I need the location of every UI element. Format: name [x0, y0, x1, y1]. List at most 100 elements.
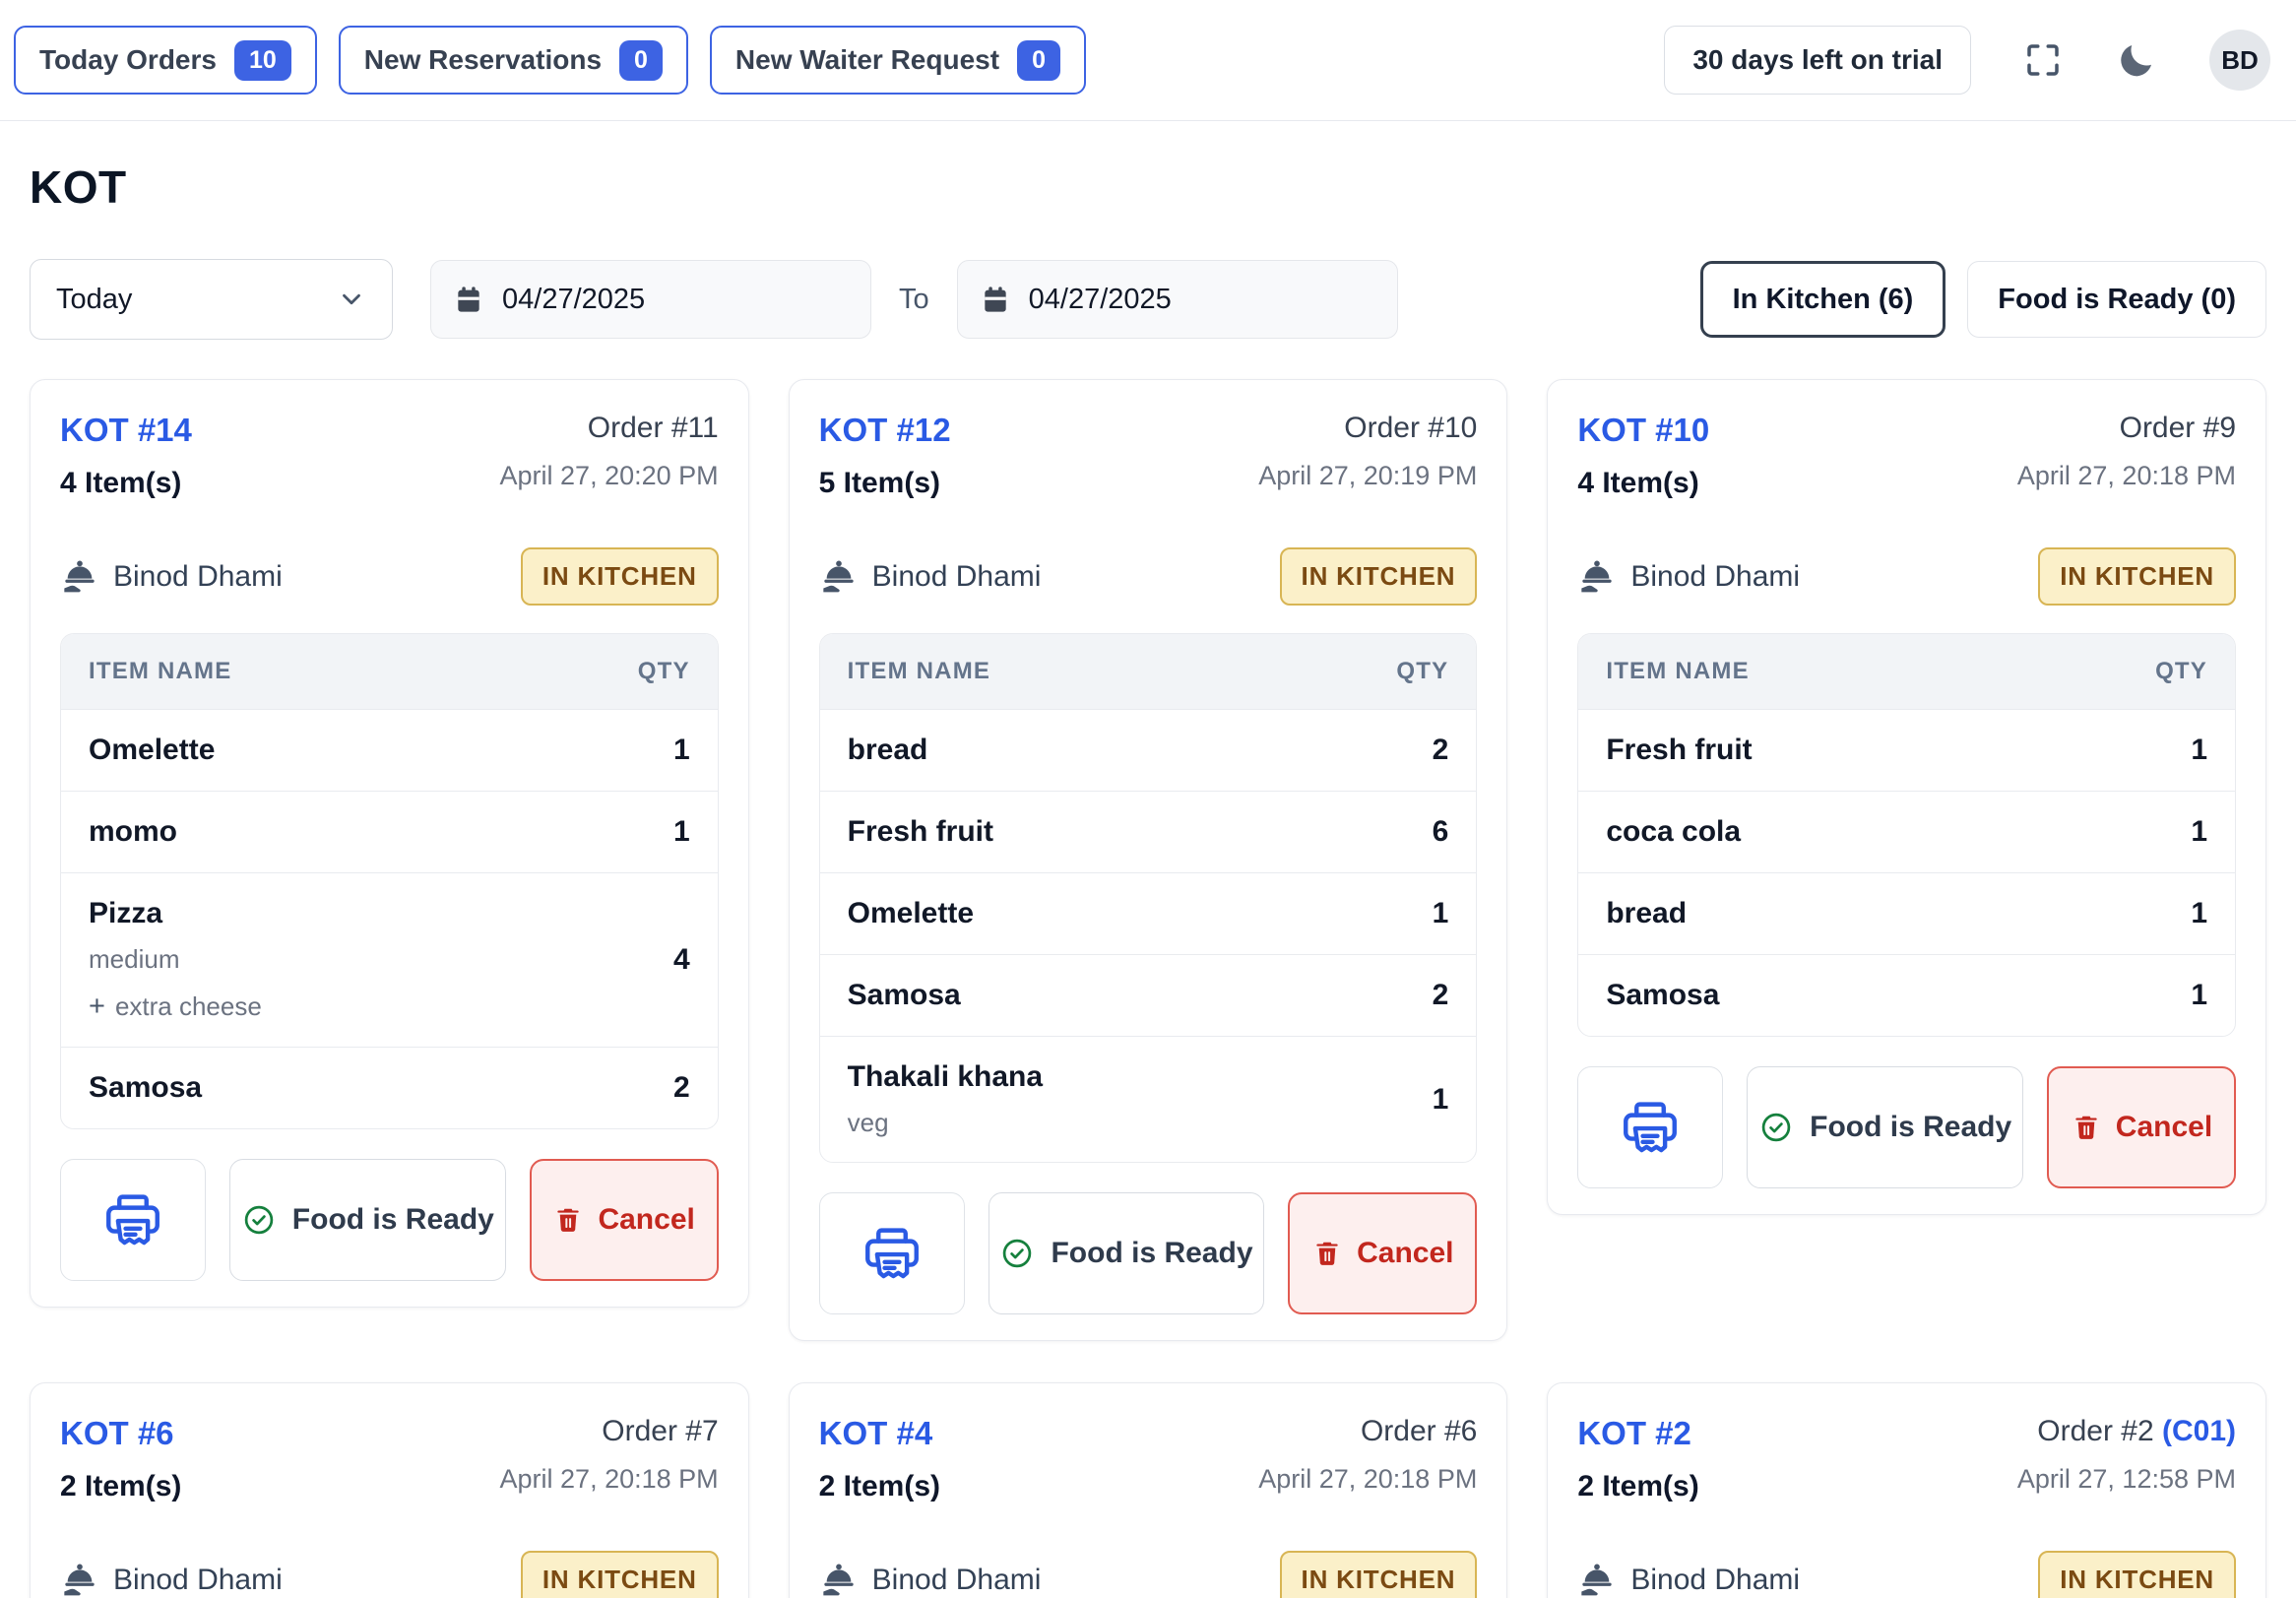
- date-range-select[interactable]: Today: [30, 259, 393, 340]
- items-count: 2 Item(s): [819, 1470, 940, 1503]
- card-header: KOT #4 2 Item(s) Order #6 April 27, 20:1…: [819, 1409, 1478, 1503]
- print-kot-button[interactable]: [819, 1192, 965, 1314]
- filter-bar: Today 04/27/2025 To: [30, 259, 2266, 340]
- card-actions: Food is Ready Cancel: [819, 1192, 1478, 1314]
- kot-number-link[interactable]: KOT #14: [60, 412, 192, 449]
- dark-mode-toggle[interactable]: [2115, 38, 2158, 82]
- food-is-ready-button[interactable]: Food is Ready: [229, 1159, 506, 1281]
- kot-page: Today Orders 10 New Reservations 0 New W…: [0, 0, 2296, 1598]
- status-badge: IN KITCHEN: [521, 1551, 719, 1598]
- items-table: ITEM NAME QTY bread 2 Fresh fruit 6 Omel…: [819, 633, 1478, 1163]
- date-from-value: 04/27/2025: [502, 284, 645, 316]
- plus-icon: +: [89, 991, 105, 1023]
- order-timestamp: April 27, 20:18 PM: [2017, 461, 2236, 491]
- printer-icon: [860, 1221, 925, 1286]
- waiter-row: Binod Dhami IN KITCHEN: [1577, 547, 2236, 606]
- card-header: KOT #10 4 Item(s) Order #9 April 27, 20:…: [1577, 406, 2236, 500]
- food-is-ready-label: Food is Ready: [1810, 1111, 2011, 1144]
- date-to-input[interactable]: 04/27/2025: [957, 260, 1398, 339]
- order-table-code: (C01): [2154, 1415, 2236, 1447]
- order-timestamp: April 27, 20:20 PM: [500, 461, 719, 491]
- col-qty: QTY: [1396, 658, 1448, 685]
- new-waiter-request-label: New Waiter Request: [735, 44, 999, 76]
- item-row: Omelette 1: [820, 872, 1477, 954]
- col-item-name: ITEM NAME: [89, 658, 231, 685]
- chevron-down-icon: [337, 285, 366, 314]
- new-reservations-label: New Reservations: [364, 44, 602, 76]
- kot-card-2: KOT #2 2 Item(s) Order #2 (C01) April 27…: [1547, 1382, 2266, 1598]
- cancel-kot-button[interactable]: Cancel: [2047, 1066, 2236, 1188]
- kot-number-link[interactable]: KOT #10: [1577, 412, 1709, 449]
- user-avatar[interactable]: BD: [2209, 30, 2270, 91]
- waiter-row: Binod Dhami IN KITCHEN: [60, 1551, 719, 1598]
- col-item-name: ITEM NAME: [848, 658, 990, 685]
- items-count: 5 Item(s): [819, 467, 951, 500]
- cancel-label: Cancel: [2116, 1111, 2212, 1144]
- kot-card-14: KOT #14 4 Item(s) Order #11 April 27, 20…: [30, 379, 749, 1308]
- kot-card-10: KOT #10 4 Item(s) Order #9 April 27, 20:…: [1547, 379, 2266, 1215]
- kot-number-link[interactable]: KOT #12: [819, 412, 951, 449]
- status-tabs: In Kitchen (6) Food is Ready (0): [1700, 261, 2266, 338]
- food-is-ready-button[interactable]: Food is Ready: [1747, 1066, 2023, 1188]
- check-circle-icon: [241, 1202, 277, 1238]
- cancel-label: Cancel: [598, 1203, 694, 1237]
- card-header: KOT #6 2 Item(s) Order #7 April 27, 20:1…: [60, 1409, 719, 1503]
- avatar-initials: BD: [2221, 45, 2259, 76]
- order-number: Order #6: [1258, 1415, 1477, 1448]
- print-kot-button[interactable]: [1577, 1066, 1723, 1188]
- card-actions: Food is Ready Cancel: [60, 1159, 719, 1281]
- cancel-kot-button[interactable]: Cancel: [530, 1159, 719, 1281]
- items-table-header: ITEM NAME QTY: [61, 634, 718, 710]
- tab-in-kitchen[interactable]: In Kitchen (6): [1700, 261, 1946, 338]
- waiter-name: Binod Dhami: [113, 560, 283, 594]
- item-row: bread 1: [1578, 872, 2235, 954]
- trash-icon: [1311, 1238, 1343, 1269]
- order-number: Order #10: [1258, 412, 1477, 445]
- waiter-cloche-icon: [819, 557, 859, 597]
- cancel-kot-button[interactable]: Cancel: [1288, 1192, 1477, 1314]
- items-count: 4 Item(s): [60, 467, 192, 500]
- waiter: Binod Dhami: [1577, 1561, 1800, 1598]
- waiter-name: Binod Dhami: [1630, 1564, 1800, 1597]
- waiter-cloche-icon: [60, 1561, 99, 1598]
- item-variant: veg: [848, 1108, 1043, 1138]
- item-row: momo 1: [61, 791, 718, 872]
- col-qty: QTY: [2155, 658, 2207, 685]
- trial-days-button[interactable]: 30 days left on trial: [1664, 26, 1971, 95]
- main-content: KOT Today 04/27/2025: [0, 160, 2296, 1598]
- items-table-header: ITEM NAME QTY: [820, 634, 1477, 710]
- today-orders-button[interactable]: Today Orders 10: [14, 26, 317, 95]
- food-is-ready-button[interactable]: Food is Ready: [989, 1192, 1265, 1314]
- kot-card-6: KOT #6 2 Item(s) Order #7 April 27, 20:1…: [30, 1382, 749, 1598]
- item-row: Fresh fruit 1: [1578, 710, 2235, 791]
- col-item-name: ITEM NAME: [1606, 658, 1749, 685]
- new-waiter-request-button[interactable]: New Waiter Request 0: [710, 26, 1086, 95]
- item-row: Omelette 1: [61, 710, 718, 791]
- kot-card-12: KOT #12 5 Item(s) Order #10 April 27, 20…: [789, 379, 1508, 1341]
- waiter-name: Binod Dhami: [1630, 560, 1800, 594]
- date-from-input[interactable]: 04/27/2025: [430, 260, 871, 339]
- card-header: KOT #12 5 Item(s) Order #10 April 27, 20…: [819, 406, 1478, 500]
- waiter: Binod Dhami: [60, 557, 283, 597]
- check-circle-icon: [999, 1236, 1035, 1271]
- tab-food-is-ready[interactable]: Food is Ready (0): [1967, 261, 2266, 338]
- kot-card-4: KOT #4 2 Item(s) Order #6 April 27, 20:1…: [789, 1382, 1508, 1598]
- new-waiter-request-count-badge: 0: [1017, 40, 1060, 81]
- item-row: Pizza medium + extra cheese 4: [61, 872, 718, 1047]
- fullscreen-button[interactable]: [2022, 39, 2064, 81]
- order-number: Order #9: [2017, 412, 2236, 445]
- new-reservations-count-badge: 0: [619, 40, 663, 81]
- print-kot-button[interactable]: [60, 1159, 206, 1281]
- status-badge: IN KITCHEN: [2038, 1551, 2236, 1598]
- new-reservations-button[interactable]: New Reservations 0: [339, 26, 688, 95]
- col-qty: QTY: [638, 658, 690, 685]
- calendar-icon: [980, 284, 1011, 315]
- waiter-cloche-icon: [1577, 1561, 1617, 1598]
- status-badge: IN KITCHEN: [2038, 547, 2236, 606]
- kot-number-link[interactable]: KOT #2: [1577, 1415, 1698, 1452]
- kot-number-link[interactable]: KOT #6: [60, 1415, 181, 1452]
- kot-number-link[interactable]: KOT #4: [819, 1415, 940, 1452]
- order-number: Order #11: [500, 412, 719, 445]
- item-row: Samosa 2: [61, 1047, 718, 1128]
- order-timestamp: April 27, 20:19 PM: [1258, 461, 1477, 491]
